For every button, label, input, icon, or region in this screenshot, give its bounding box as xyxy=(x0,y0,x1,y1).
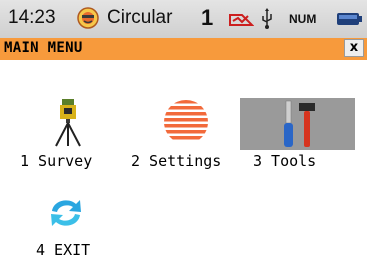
menu-item-settings-label: 2 Settings xyxy=(131,152,222,170)
page-title: MAIN MENU xyxy=(4,40,83,56)
settings-sphere-icon xyxy=(164,100,208,144)
status-mode: Circular xyxy=(107,7,173,28)
num-lock-indicator: NUM xyxy=(289,12,317,26)
exit-icon xyxy=(51,200,81,226)
tools-icon xyxy=(284,100,315,147)
menu-item-survey-label: 1 Survey xyxy=(20,152,93,170)
menu-item-exit-label: 4 EXIT xyxy=(36,241,91,259)
close-button[interactable]: x xyxy=(344,39,364,57)
menu-item-tools[interactable] xyxy=(240,98,355,150)
menu-item-survey[interactable] xyxy=(40,96,96,148)
menu-item-settings[interactable] xyxy=(158,96,214,148)
status-time: 14:23 xyxy=(8,7,56,28)
usb-icon xyxy=(262,8,272,29)
status-count: 1 xyxy=(201,5,214,30)
signal-icon xyxy=(229,14,254,26)
menu-item-exit[interactable] xyxy=(40,193,96,233)
status-bar: 14:23 Circular 1 NUM xyxy=(0,0,367,38)
title-bar: MAIN MENU x xyxy=(0,38,367,60)
menu-item-tools-label: 3 Tools xyxy=(253,152,317,170)
face-icon xyxy=(77,7,99,29)
survey-instrument-icon xyxy=(55,99,81,147)
battery-icon xyxy=(337,13,362,25)
